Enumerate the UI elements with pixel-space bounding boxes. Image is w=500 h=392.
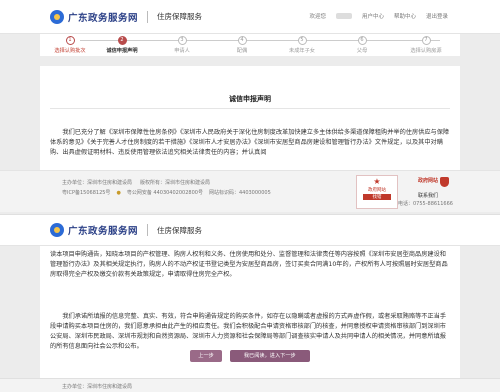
footer-links: 主办单位：深圳市住房和建设局 版权所有：深圳市住房和建设局 [62,179,210,186]
site-footer-2: 主办单位：深圳市住房和建设局 [0,378,500,392]
step-6: 6 父母 [332,34,392,54]
action-buttons: 上一步 我已阅读，进入下一步 [40,350,460,362]
step-7-label: 选择认购房源 [410,48,442,54]
footer-icp: 粤ICP备15068125号 ● 粤公网安备 44030402002800号 网… [62,189,271,197]
step-5-number: 5 [297,36,307,45]
step-5-label: 未成年子女 [289,48,315,54]
step-1-number: 1 [65,36,75,45]
step-3-number: 3 [177,36,187,45]
emblem-icon [50,9,64,24]
contact-phone: 电话：0755-88611666 [398,201,453,207]
emblem-shield-icon [440,177,449,187]
footer-copyright: 版权所有：深圳市住房和建设局 [140,180,211,186]
step-5: 5 未成年子女 [272,34,332,54]
contact-block[interactable]: 政府网站 联系我们 [402,175,454,199]
footer-sponsor-2: 主办单位：深圳市住房和建设局 [62,384,133,390]
nav-logout[interactable]: 退出登录 [426,12,448,20]
step-2: 2 诚信申报声明 [92,34,152,54]
step-3-label: 申请人 [174,48,190,54]
footer-sponsor: 主办单位：深圳市住房和建设局 [62,180,133,186]
site-logo[interactable]: 广东政务服务网 住房保障服务 [50,9,203,24]
top-nav: 欢迎您 用户中心 帮助中心 退出登录 [309,12,448,20]
declaration-paragraph-2: 读本项目申购通告，知晓本项目的产权管理、购房人权利和义务、住房使用和处分、监督管… [50,251,448,278]
declaration-card-continued: 读本项目申购通告，知晓本项目的产权管理、购房人权利和义务、住房使用和处分、监督管… [40,246,460,378]
header-divider [147,10,149,23]
step-7: 7 选择认购房源 [396,34,456,54]
step-3: 3 申请人 [152,34,212,54]
declaration-card: 诚信申报声明 我们已充分了解《深圳市保障性住房条例》《深圳市人民政府关于深化住房… [40,66,460,184]
site-name-2: 广东政务服务网 [68,226,139,237]
declaration-paragraph-3: 我们承诺所填报的信息完整、真实、有效，符合申购通告规定的购买条件，如存在以隐瞒或… [50,313,447,350]
username-masked [335,13,352,19]
declaration-title: 诚信申报声明 [229,95,271,103]
header-divider-2 [147,224,149,236]
step-4-label: 配偶 [236,48,248,54]
site-logo-2[interactable]: 广东政务服务网 住房保障服务 [50,223,202,237]
step-2-number: 2 [117,36,127,45]
step-4: 4 配偶 [212,34,272,54]
step-4-number: 4 [237,36,247,45]
step-6-number: 6 [357,36,367,45]
site-name: 广东政务服务网 [68,12,139,24]
badge-label: 找错 [363,194,391,200]
next-step-button[interactable]: 我已阅读，进入下一步 [229,350,310,362]
declaration-paragraph-1: 我们已充分了解《深圳市保障性住房条例》《深圳市人民政府关于深化住房制度改革加快建… [50,129,450,156]
nav-user-center[interactable]: 用户中心 [362,12,384,20]
emblem-icon [50,223,64,237]
site-footer: 主办单位：深圳市住房和建设局 版权所有：深圳市住房和建设局 粤ICP备15068… [0,170,500,212]
top-header-2: 广东政务服务网 住房保障服务 [0,214,500,246]
prev-step-button[interactable]: 上一步 [190,350,222,362]
top-header: 广东政务服务网 住房保障服务 欢迎您 用户中心 帮助中心 退出登录 [0,0,500,34]
title-divider [50,108,450,109]
service-name-2: 住房保障服务 [157,225,203,235]
step-2-label: 诚信申报声明 [106,48,138,54]
star-icon: ★ [373,177,381,186]
greeting: 欢迎您 [309,14,326,20]
step-1[interactable]: 1 选择认购批次 [40,34,100,54]
step-1-label: 选择认购批次 [54,48,86,54]
page: 广东政务服务网 住房保障服务 欢迎您 用户中心 帮助中心 退出登录 1 选择认购… [0,0,500,392]
site-code: 网站标识码：4403000005 [208,190,271,196]
contact-us-link[interactable]: 联系我们 [402,192,454,199]
progress-steps: 1 选择认购批次 2 诚信申报声明 3 申请人 4 配偶 5 未成年子女 6 父… [40,34,460,56]
service-name: 住房保障服务 [157,12,203,21]
report-error-badge[interactable]: ★ 政府网站 找错 [356,175,398,209]
badge-title: 政府网站 [368,188,386,193]
police-number[interactable]: 粤公网安备 44030402002800号 [127,189,203,196]
icp-number[interactable]: 粤ICP备15068125号 [62,189,110,196]
nav-help-center[interactable]: 帮助中心 [394,12,416,20]
police-badge-icon: ● [116,189,121,196]
step-6-label: 父母 [356,48,368,54]
step-7-number: 7 [421,36,431,45]
